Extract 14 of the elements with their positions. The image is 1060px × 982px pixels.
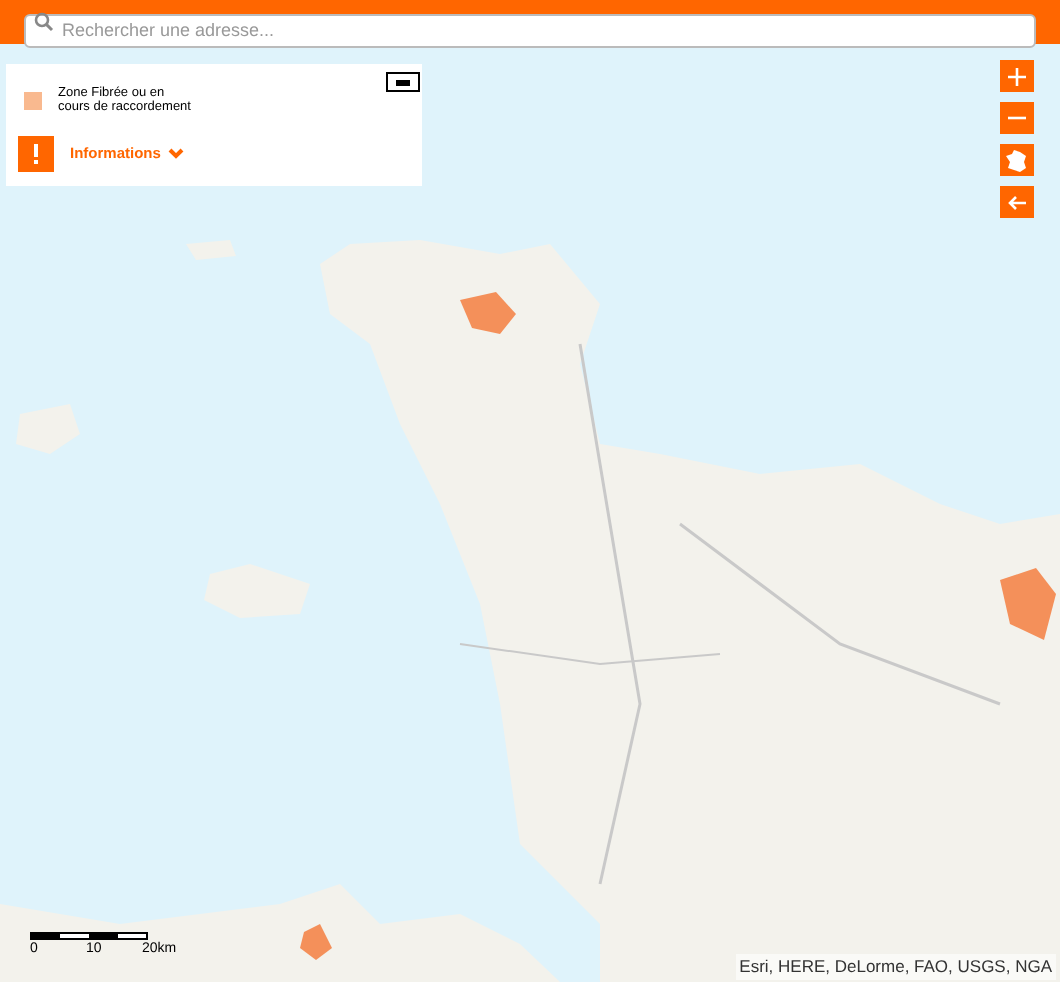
zoom-in-button[interactable] (1000, 60, 1034, 92)
france-map-icon (1006, 149, 1028, 171)
scale-bar (30, 932, 148, 940)
attribution-text: Esri, HERE, DeLorme, FAO, USGS, NGA (735, 954, 1056, 980)
minus-icon (1008, 116, 1026, 120)
search-field[interactable]: Rechercher une adresse... (24, 13, 1036, 47)
home-button[interactable] (1000, 144, 1034, 176)
back-button[interactable] (1000, 186, 1034, 218)
minus-icon (396, 79, 410, 85)
zoom-out-button[interactable] (1000, 102, 1034, 134)
left-arrow-icon (1008, 195, 1026, 209)
chevron-icon (168, 148, 185, 160)
plus-icon (1008, 67, 1026, 85)
collapse-button[interactable] (386, 72, 420, 92)
